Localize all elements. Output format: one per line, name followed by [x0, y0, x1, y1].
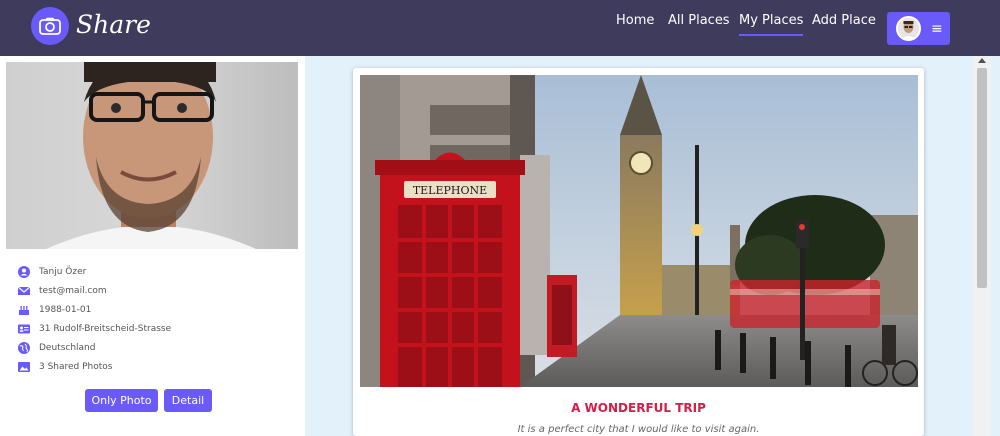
place-title: A WONDERFUL TRIP — [571, 401, 706, 415]
mail-icon — [18, 286, 30, 295]
place-card[interactable]: TELEPHONE A WONDERFUL TRIP It is a perfe… — [353, 68, 924, 436]
telephone-sign: TELEPHONE — [413, 184, 487, 197]
detail-button[interactable]: Detail — [164, 389, 212, 412]
info-name-text: Tanju Özer — [39, 266, 87, 277]
nav-all-places[interactable]: All Places — [668, 13, 730, 28]
brand-name[interactable]: Share — [76, 10, 151, 39]
nav-add-place[interactable]: Add Place — [812, 13, 876, 28]
address-card-icon — [18, 324, 30, 333]
info-email-text: test@mail.com — [39, 285, 107, 296]
nav-home[interactable]: Home — [616, 13, 654, 28]
profile-menu-button[interactable]: ≡ — [887, 12, 950, 45]
profile-photo — [6, 62, 298, 249]
info-country: Deutschland — [18, 338, 171, 357]
cake-icon — [19, 305, 29, 315]
photo-icon — [18, 361, 30, 372]
info-shared: 3 Shared Photos — [18, 357, 171, 376]
info-birthdate-text: 1988-01-01 — [39, 304, 92, 315]
globe-icon — [18, 341, 30, 354]
camera-icon[interactable] — [31, 7, 69, 45]
page-scrollbar[interactable] — [973, 56, 991, 436]
user-icon — [18, 265, 30, 278]
info-address: 31 Rudolf-Breitscheid-Strasse — [18, 319, 171, 338]
avatar — [896, 16, 921, 41]
profile-info-list: Tanju Özer test@mail.com 1988-01-01 31 R… — [18, 262, 171, 376]
scroll-up-arrow-icon[interactable] — [978, 58, 986, 63]
only-photo-button[interactable]: Only Photo — [85, 389, 158, 412]
top-navbar: Share Home All Places My Places Add Plac… — [0, 0, 1000, 56]
info-country-text: Deutschland — [39, 342, 96, 353]
place-photo: TELEPHONE — [360, 75, 918, 387]
nav-my-places[interactable]: My Places — [739, 13, 804, 36]
info-shared-text: 3 Shared Photos — [39, 361, 113, 372]
place-description: It is a perfect city that I would like t… — [517, 424, 760, 435]
scroll-thumb[interactable] — [977, 68, 987, 288]
info-name: Tanju Özer — [18, 262, 171, 281]
info-address-text: 31 Rudolf-Breitscheid-Strasse — [39, 323, 172, 334]
hamburger-icon: ≡ — [931, 20, 943, 37]
info-email: test@mail.com — [18, 281, 171, 300]
info-birthdate: 1988-01-01 — [18, 300, 171, 319]
profile-sidebar: Tanju Özer test@mail.com 1988-01-01 31 R… — [0, 56, 305, 436]
